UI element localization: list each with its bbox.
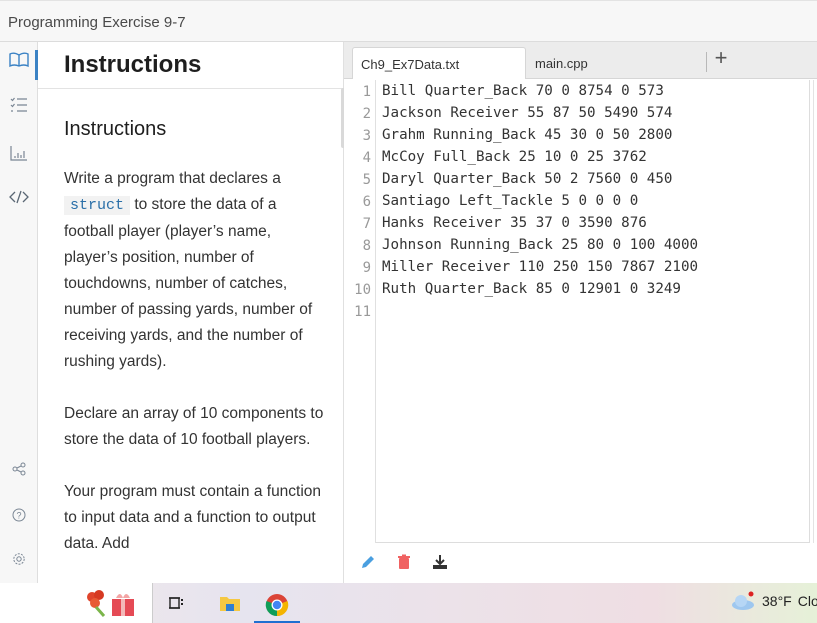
- weather-widget[interactable]: 38°F Clo: [730, 591, 817, 611]
- instructions-body: Instructions Write a program that declar…: [64, 112, 324, 583]
- checklist-icon[interactable]: [0, 97, 38, 116]
- code-snippet: struct: [64, 196, 131, 215]
- line-number: 7: [362, 216, 371, 232]
- window-title: Programming Exercise 9-7: [8, 14, 186, 31]
- code-editor[interactable]: 1 2 3 4 5 6 7 8 9 10 11 Bill Quarter_Back 70 0 875…: [344, 80, 810, 543]
- settings-icon[interactable]: [0, 552, 38, 569]
- instruction-paragraph: Write a program that declares a struct t…: [64, 166, 324, 375]
- tab-label: Ch9_Ex7Data.txt: [361, 57, 460, 72]
- cloud-icon: [732, 591, 754, 610]
- code-line[interactable]: McCoy Full_Back 25 10 0 25 3762: [382, 149, 647, 165]
- line-number: 11: [354, 304, 371, 320]
- instruction-paragraph: Your program must contain a function to …: [64, 483, 322, 552]
- chart-icon[interactable]: [0, 145, 38, 164]
- line-number: 1: [362, 84, 371, 100]
- code-line[interactable]: Miller Receiver 110 250 150 7867 2100: [382, 259, 698, 275]
- tab-data-file[interactable]: Ch9_Ex7Data.txt: [352, 47, 526, 79]
- instruction-text: to store the data of a football player (…: [64, 196, 313, 370]
- editor-scrollbar[interactable]: [813, 80, 817, 543]
- code-icon[interactable]: [0, 189, 38, 208]
- code-line[interactable]: Bill Quarter_Back 70 0 8754 0 573: [382, 83, 664, 99]
- os-taskbar: 38°F Clo: [0, 583, 817, 623]
- pencil-icon[interactable]: [360, 554, 380, 574]
- instruction-paragraph: Declare an array of 10 components to sto…: [64, 405, 324, 448]
- line-number: 3: [362, 128, 371, 144]
- tab-label: main.cpp: [535, 56, 588, 71]
- weather-temp: 38°F: [762, 593, 792, 609]
- line-number: 9: [362, 260, 371, 276]
- svg-text:?: ?: [16, 511, 21, 521]
- instructions-heading: Instructions: [64, 118, 167, 140]
- editor-toolbar: [344, 544, 817, 583]
- code-line[interactable]: Jackson Receiver 55 87 50 5490 574: [382, 105, 672, 121]
- line-number: 6: [362, 194, 371, 210]
- tab-separator: [706, 52, 707, 72]
- line-gutter: 1 2 3 4 5 6 7 8 9 10 11: [344, 80, 376, 543]
- book-icon[interactable]: [0, 52, 38, 71]
- code-line[interactable]: Hanks Receiver 35 37 0 3590 876: [382, 215, 647, 231]
- line-number: 2: [362, 106, 371, 122]
- chrome-icon[interactable]: [254, 589, 300, 623]
- line-number: 10: [354, 282, 371, 298]
- editor-tabbar: Ch9_Ex7Data.txt main.cpp +: [344, 42, 817, 79]
- code-line[interactable]: Grahm Running_Back 45 30 0 50 2800: [382, 127, 672, 143]
- instructions-panel: Instructions Instructions Write a progra…: [38, 42, 344, 583]
- weather-text: Clo: [797, 593, 817, 609]
- code-line[interactable]: Santiago Left_Tackle 5 0 0 0 0: [382, 193, 638, 209]
- instructions-header: Instructions: [38, 42, 343, 89]
- code-line[interactable]: Daryl Quarter_Back 50 2 7560 0 450: [382, 171, 672, 187]
- instruction-text: Write a program that declares a: [64, 170, 281, 187]
- line-number: 8: [362, 238, 371, 254]
- download-icon[interactable]: [432, 554, 452, 574]
- share-icon[interactable]: [0, 462, 38, 479]
- line-number: 5: [362, 172, 371, 188]
- help-icon[interactable]: ?: [0, 508, 38, 525]
- window-titlebar: Programming Exercise 9-7: [0, 0, 817, 42]
- task-view-icon[interactable]: [166, 589, 186, 617]
- line-number: 4: [362, 150, 371, 166]
- gift-bouquet-icon[interactable]: [80, 589, 140, 617]
- panel-title: Instructions: [64, 51, 202, 78]
- tab-main-cpp[interactable]: main.cpp: [527, 47, 697, 79]
- add-tab-button[interactable]: +: [711, 45, 731, 71]
- code-line[interactable]: Johnson Running_Back 25 80 0 100 4000: [382, 237, 698, 253]
- trash-icon[interactable]: [396, 554, 416, 574]
- taskbar-search-area[interactable]: [0, 583, 153, 623]
- left-rail: ?: [0, 42, 38, 583]
- code-line[interactable]: Ruth Quarter_Back 85 0 12901 0 3249: [382, 281, 681, 297]
- file-explorer-icon[interactable]: [218, 589, 242, 617]
- editor-area: Ch9_Ex7Data.txt main.cpp + 1 2 3 4 5 6 7 8 9 10 11…: [344, 42, 817, 583]
